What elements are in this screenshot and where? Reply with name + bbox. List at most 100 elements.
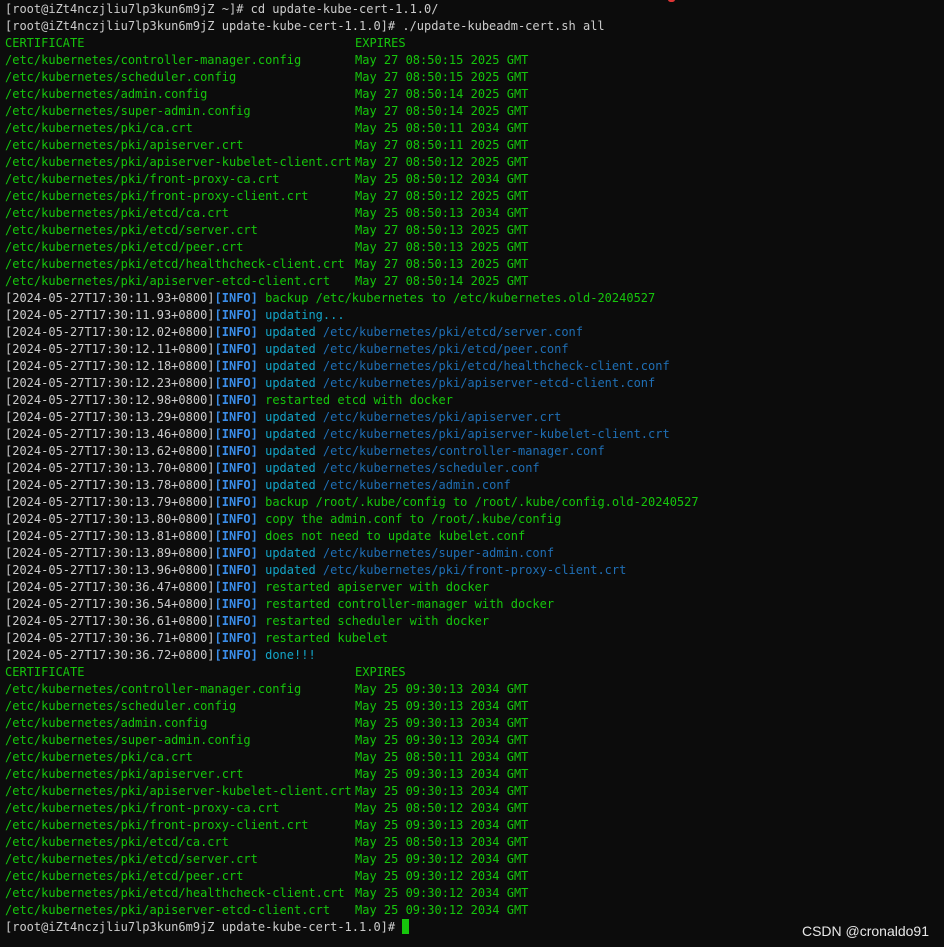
- cert-row: /etc/kubernetes/pki/etcd/peer.crt May 25 …: [5, 868, 944, 885]
- cert-row: /etc/kubernetes/pki/front-proxy-client.c…: [5, 188, 944, 205]
- log-path: /etc/kubernetes/pki/etcd/healthcheck-cli…: [322, 359, 670, 373]
- cert-row: /etc/kubernetes/pki/etcd/server.crt May 2…: [5, 222, 944, 239]
- cert-path: /etc/kubernetes/super-admin.config: [5, 104, 251, 118]
- cert-path: /etc/kubernetes/pki/etcd/healthcheck-cli…: [5, 886, 345, 900]
- log-path: /etc/kubernetes/pki/etcd/peer.conf: [322, 342, 569, 356]
- log-level: [INFO]: [214, 461, 258, 475]
- log-line: [2024-05-27T17:30:13.46+0800][INFO] upda…: [5, 426, 944, 443]
- cert-expires: May 25 08:50:12 2034 GMT: [355, 172, 529, 186]
- log-timestamp: [2024-05-27T17:30:12.11+0800]: [5, 342, 215, 356]
- log-level: [INFO]: [214, 308, 258, 322]
- log-level: [INFO]: [214, 529, 258, 543]
- log-timestamp: [2024-05-27T17:30:36.54+0800]: [5, 597, 215, 611]
- log-message: backup /etc/kubernetes to /etc/kubernete…: [265, 291, 656, 305]
- cert-path: /etc/kubernetes/pki/etcd/healthcheck-cli…: [5, 257, 345, 271]
- log-line: [2024-05-27T17:30:36.72+0800][INFO] done…: [5, 647, 944, 664]
- log-message: restarted controller-manager with docker: [265, 597, 555, 611]
- cert-expires: May 25 09:30:12 2034 GMT: [355, 886, 529, 900]
- log-line: [2024-05-27T17:30:13.96+0800][INFO] upda…: [5, 562, 944, 579]
- cert-expires: May 25 08:50:13 2034 GMT: [355, 835, 529, 849]
- cert-row: /etc/kubernetes/scheduler.config May 27 0…: [5, 69, 944, 86]
- cert-path: /etc/kubernetes/admin.config: [5, 716, 208, 730]
- csdn-watermark: CSDN @cronaldo91: [801, 923, 929, 939]
- log-timestamp: [2024-05-27T17:30:36.72+0800]: [5, 648, 215, 662]
- log-level: [INFO]: [214, 291, 258, 305]
- cert-row: /etc/kubernetes/pki/etcd/ca.crt May 25 08…: [5, 834, 944, 851]
- log-level: [INFO]: [214, 444, 258, 458]
- log-path: /etc/kubernetes/pki/apiserver-kubelet-cl…: [322, 427, 670, 441]
- log-line: [2024-05-27T17:30:11.93+0800][INFO] back…: [5, 290, 944, 307]
- log-verb: updated: [265, 359, 316, 373]
- log-timestamp: [2024-05-27T17:30:36.47+0800]: [5, 580, 215, 594]
- log-line: [2024-05-27T17:30:36.71+0800][INFO] rest…: [5, 630, 944, 647]
- log-timestamp: [2024-05-27T17:30:11.93+0800]: [5, 291, 215, 305]
- log-line: [2024-05-27T17:30:36.61+0800][INFO] rest…: [5, 613, 944, 630]
- log-timestamp: [2024-05-27T17:30:13.46+0800]: [5, 427, 215, 441]
- cert-table-after: CERTIFICATE EXPIRES/etc/kubernetes/contro…: [5, 664, 944, 919]
- cert-path: /etc/kubernetes/pki/etcd/server.crt: [5, 223, 258, 237]
- cert-row: /etc/kubernetes/pki/apiserver-kubelet-cl…: [5, 783, 944, 800]
- log-verb: updated: [265, 410, 316, 424]
- log-verb: updated: [265, 325, 316, 339]
- log-path: /etc/kubernetes/super-admin.conf: [322, 546, 555, 560]
- log-line: [2024-05-27T17:30:13.89+0800][INFO] upda…: [5, 545, 944, 562]
- cert-path: /etc/kubernetes/pki/etcd/peer.crt: [5, 869, 244, 883]
- cert-path: /etc/kubernetes/pki/ca.crt: [5, 750, 193, 764]
- cert-path: /etc/kubernetes/pki/etcd/ca.crt: [5, 206, 229, 220]
- log-level: [INFO]: [214, 580, 258, 594]
- cert-path: /etc/kubernetes/controller-manager.confi…: [5, 682, 302, 696]
- log-line: [2024-05-27T17:30:13.81+0800][INFO] does…: [5, 528, 944, 545]
- cert-path: /etc/kubernetes/pki/ca.crt: [5, 121, 193, 135]
- terminal-output[interactable]: [root@iZt4nczjliu7lp3kun6m9jZ ~]# cd upd…: [5, 1, 944, 947]
- cert-expires: May 25 08:50:12 2034 GMT: [355, 801, 529, 815]
- cert-row: /etc/kubernetes/pki/front-proxy-client.c…: [5, 817, 944, 834]
- log-timestamp: [2024-05-27T17:30:13.79+0800]: [5, 495, 215, 509]
- update-log: [2024-05-27T17:30:11.93+0800][INFO] back…: [5, 290, 944, 664]
- cert-expires: May 27 08:50:13 2025 GMT: [355, 257, 529, 271]
- log-timestamp: [2024-05-27T17:30:13.89+0800]: [5, 546, 215, 560]
- log-line: [2024-05-27T17:30:13.80+0800][INFO] copy…: [5, 511, 944, 528]
- cert-row: /etc/kubernetes/pki/apiserver-kubelet-cl…: [5, 154, 944, 171]
- log-verb: updated: [265, 427, 316, 441]
- log-timestamp: [2024-05-27T17:30:12.02+0800]: [5, 325, 215, 339]
- log-path: /etc/kubernetes/pki/etcd/server.conf: [322, 325, 584, 339]
- cert-row: /etc/kubernetes/super-admin.config May 27…: [5, 103, 944, 120]
- log-path: /etc/kubernetes/controller-manager.conf: [322, 444, 605, 458]
- prompt-text: [root@iZt4nczjliu7lp3kun6m9jZ update-kub…: [5, 920, 403, 934]
- cert-path: /etc/kubernetes/pki/etcd/peer.crt: [5, 240, 244, 254]
- cert-row: /etc/kubernetes/pki/etcd/peer.crt May 27 …: [5, 239, 944, 256]
- log-line: [2024-05-27T17:30:11.93+0800][INFO] upda…: [5, 307, 944, 324]
- cert-path: /etc/kubernetes/pki/apiserver-kubelet-cl…: [5, 155, 352, 169]
- cert-path: /etc/kubernetes/pki/apiserver-etcd-clien…: [5, 274, 331, 288]
- cert-expires: May 27 08:50:13 2025 GMT: [355, 240, 529, 254]
- log-timestamp: [2024-05-27T17:30:13.29+0800]: [5, 410, 215, 424]
- cert-path: /etc/kubernetes/pki/apiserver-etcd-clien…: [5, 903, 331, 917]
- log-timestamp: [2024-05-27T17:30:12.18+0800]: [5, 359, 215, 373]
- log-path: /etc/kubernetes/admin.conf: [322, 478, 511, 492]
- log-message: does not need to update kubelet.conf: [265, 529, 526, 543]
- log-message: updating...: [265, 308, 345, 322]
- cert-row: /etc/kubernetes/controller-manager.confi…: [5, 681, 944, 698]
- log-timestamp: [2024-05-27T17:30:36.61+0800]: [5, 614, 215, 628]
- log-level: [INFO]: [214, 512, 258, 526]
- cert-expires: May 25 09:30:13 2034 GMT: [355, 699, 529, 713]
- cert-expires: May 27 08:50:14 2025 GMT: [355, 87, 529, 101]
- cert-row: /etc/kubernetes/controller-manager.confi…: [5, 52, 944, 69]
- log-path: /etc/kubernetes/scheduler.conf: [322, 461, 540, 475]
- prompt-line-cd: [root@iZt4nczjliu7lp3kun6m9jZ ~]# cd upd…: [5, 2, 439, 16]
- log-timestamp: [2024-05-27T17:30:12.23+0800]: [5, 376, 215, 390]
- log-verb: updated: [265, 478, 316, 492]
- log-level: [INFO]: [214, 495, 258, 509]
- cert-row: /etc/kubernetes/admin.config May 25 09:30…: [5, 715, 944, 732]
- log-timestamp: [2024-05-27T17:30:13.62+0800]: [5, 444, 215, 458]
- cert-path: /etc/kubernetes/controller-manager.confi…: [5, 53, 302, 67]
- cert-expires: May 25 08:50:11 2034 GMT: [355, 121, 529, 135]
- log-timestamp: [2024-05-27T17:30:13.78+0800]: [5, 478, 215, 492]
- log-path: /etc/kubernetes/pki/front-proxy-client.c…: [322, 563, 627, 577]
- log-timestamp: [2024-05-27T17:30:36.71+0800]: [5, 631, 215, 645]
- cert-path: /etc/kubernetes/pki/apiserver-kubelet-cl…: [5, 784, 352, 798]
- log-message: restarted scheduler with docker: [265, 614, 490, 628]
- log-verb: updated: [265, 461, 316, 475]
- cert-expires: May 25 09:30:12 2034 GMT: [355, 852, 529, 866]
- log-level: [INFO]: [214, 546, 258, 560]
